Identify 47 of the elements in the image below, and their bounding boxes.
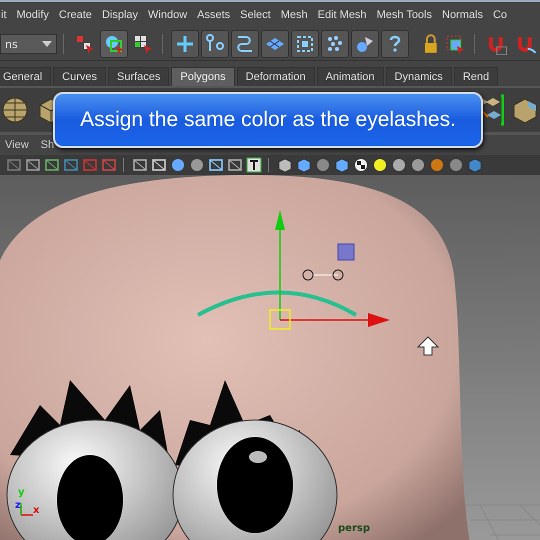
menu-item[interactable]: Assets	[197, 9, 230, 21]
axis-indicator-icon	[20, 503, 34, 516]
menu-item[interactable]: Normals	[442, 9, 483, 21]
light-icon[interactable]	[372, 157, 388, 173]
menu-item[interactable]: Create	[58, 9, 92, 21]
cube-icon[interactable]	[296, 157, 312, 173]
menu-item[interactable]: View	[5, 139, 29, 151]
camera-label: persp	[338, 523, 370, 534]
shaded-sphere-icon[interactable]	[315, 157, 331, 173]
menu-item[interactable]: Select	[240, 9, 271, 21]
sphere-icon[interactable]	[0, 95, 30, 125]
menu-item[interactable]: Modify	[16, 9, 49, 21]
shelf-tab[interactable]: General	[0, 67, 52, 86]
padlock-icon[interactable]	[422, 33, 438, 55]
menu-item[interactable]: Edit Mesh	[318, 9, 367, 21]
sphere-icon[interactable]	[189, 157, 205, 173]
menu-item[interactable]: Mesh Tools	[376, 9, 432, 21]
axis-label: x	[33, 505, 40, 516]
shelf-tab[interactable]: Polygons	[171, 67, 235, 86]
tutorial-tooltip: Assign the same color as the eyelashes.	[53, 92, 483, 148]
select-box-icon[interactable]	[444, 33, 466, 55]
cube-icon[interactable]	[467, 157, 483, 173]
sphere-icon[interactable]	[391, 157, 407, 173]
sphere-icon[interactable]	[429, 157, 445, 173]
menu-item[interactable]: Mesh	[280, 9, 308, 21]
shelf-tab[interactable]: Animation	[316, 67, 384, 86]
sphere-icon[interactable]	[410, 157, 426, 173]
menu-item[interactable]: Co	[492, 9, 508, 21]
cube-icon[interactable]	[334, 157, 350, 173]
shelf-tab[interactable]: Surfaces	[108, 67, 170, 86]
menu-item[interactable]: Display	[102, 9, 138, 21]
cube-icon[interactable]	[277, 157, 293, 173]
sphere-icon[interactable]	[170, 157, 186, 173]
cursor-icon	[416, 336, 440, 356]
menu-item[interactable]: Sh	[40, 139, 54, 151]
text-icon[interactable]	[246, 157, 262, 173]
menu-item[interactable]: Window	[148, 9, 188, 21]
menu-set-dropdown[interactable]: ns	[0, 34, 58, 54]
shelf-tab[interactable]: Deformation	[236, 67, 315, 86]
checker-icon[interactable]	[353, 157, 369, 173]
menu-item[interactable]: it	[1, 9, 6, 21]
shelf-tab[interactable]: Curves	[53, 67, 106, 86]
axis-label: z	[15, 500, 21, 511]
shelf-tab[interactable]: Dynamics	[386, 67, 452, 86]
caret-icon[interactable]	[42, 41, 52, 47]
axis-label: y	[18, 487, 25, 498]
shelf-tab[interactable]: Rend	[454, 67, 498, 86]
